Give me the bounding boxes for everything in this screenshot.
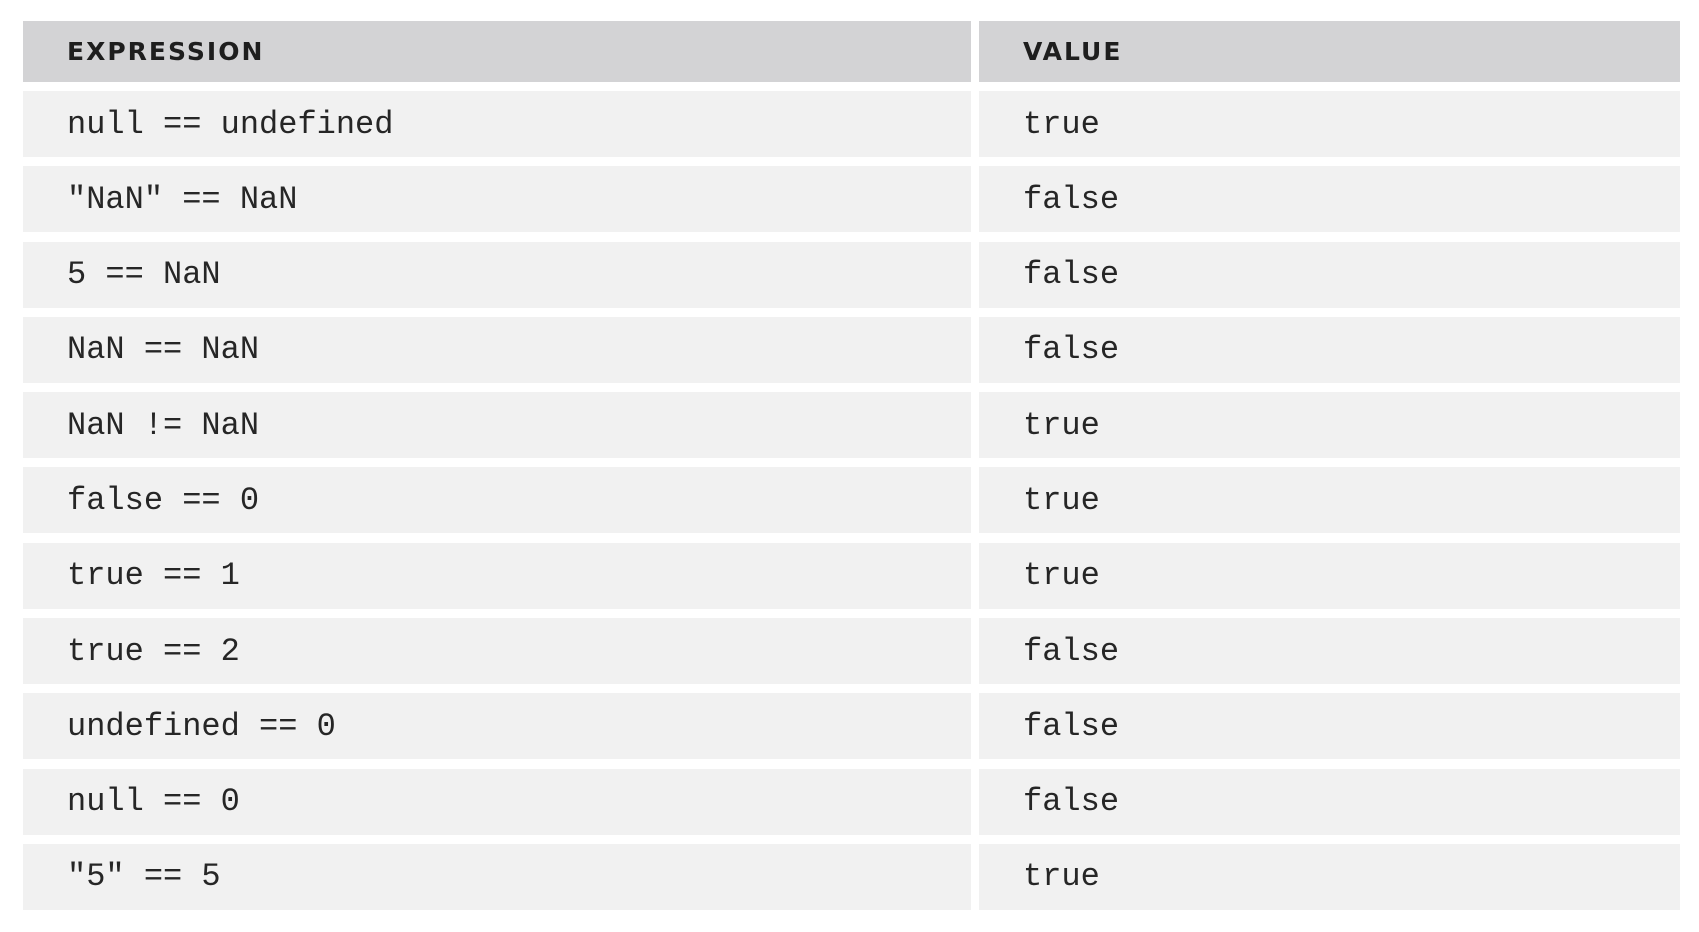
value-cell: true [979,467,1680,534]
value-cell: false [979,166,1680,233]
expression-cell: true == 1 [23,542,971,609]
expression-cell: "5" == 5 [23,843,971,910]
value-cell: false [979,693,1680,760]
expression-cell: true == 2 [23,618,971,685]
value-cell: true [979,392,1680,459]
expression-cell: undefined == 0 [23,693,971,760]
expression-cell: null == 0 [23,768,971,835]
value-cell: true [979,91,1680,157]
expression-cell: null == undefined [23,91,971,157]
value-cell: false [979,316,1680,383]
expression-cell: "NaN" == NaN [23,166,971,233]
expression-cell: 5 == NaN [23,241,971,308]
value-cell: true [979,843,1680,910]
column-header-expression: EXPRESSION [23,21,971,82]
value-cell: false [979,241,1680,308]
expression-cell: false == 0 [23,467,971,534]
value-cell: false [979,618,1680,685]
value-cell: false [979,768,1680,835]
comparison-table: EXPRESSION VALUE null == undefined true … [23,21,1680,919]
expression-cell: NaN != NaN [23,392,971,459]
expression-cell: NaN == NaN [23,316,971,383]
column-header-value: VALUE [979,21,1680,82]
value-cell: true [979,542,1680,609]
